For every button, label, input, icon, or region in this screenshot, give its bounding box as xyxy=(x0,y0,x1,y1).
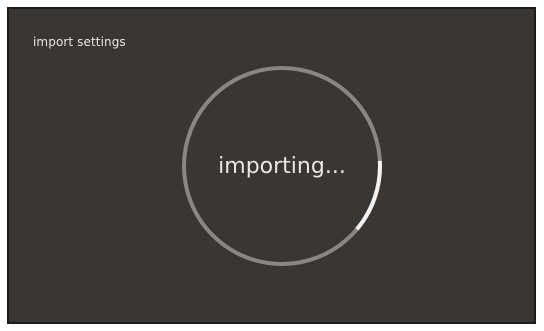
window-title: import settings xyxy=(33,35,126,49)
import-dialog: import settings importing... xyxy=(7,7,536,324)
importing-status-text: importing... xyxy=(218,153,346,179)
